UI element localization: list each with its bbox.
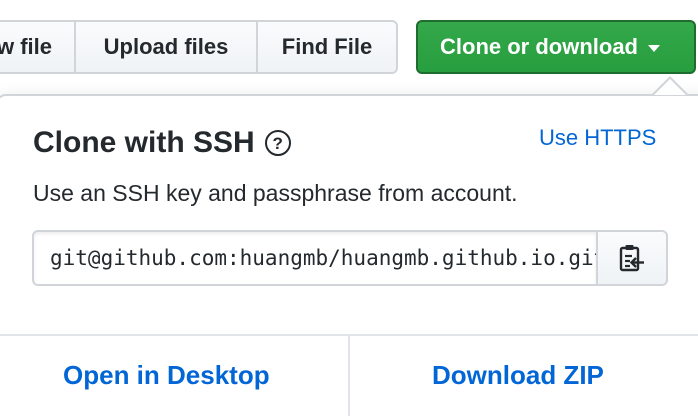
open-in-desktop-link[interactable]: Open in Desktop — [63, 360, 270, 391]
clone-or-download-button[interactable]: Clone or download — [416, 20, 696, 74]
file-actions-group: w file Upload files Find File — [0, 20, 398, 74]
question-circle-icon[interactable]: ? — [264, 130, 291, 156]
clone-url-input[interactable] — [32, 230, 598, 286]
footer-column-divider — [348, 336, 350, 416]
copy-to-clipboard-button[interactable] — [596, 230, 668, 286]
caret-down-icon — [648, 44, 660, 52]
repo-toolbar-area: w file Upload files Find File Clone or d… — [0, 0, 698, 416]
clone-url-group — [32, 230, 668, 286]
upload-files-button[interactable]: Upload files — [74, 20, 258, 74]
find-file-label: Find File — [281, 34, 373, 59]
create-new-file-button[interactable]: w file — [0, 20, 76, 74]
popover-arrow — [654, 79, 686, 95]
clone-title: Clone with SSH ? — [33, 126, 291, 160]
create-new-file-label: w file — [0, 34, 52, 59]
clone-description: Use an SSH key and passphrase from accou… — [33, 180, 518, 206]
find-file-button[interactable]: Find File — [256, 20, 398, 74]
clipboard-icon — [619, 245, 644, 272]
clone-or-download-label: Clone or download — [440, 34, 638, 59]
download-zip-link[interactable]: Download ZIP — [432, 360, 604, 391]
clone-title-text: Clone with SSH — [33, 126, 255, 159]
use-https-link[interactable]: Use HTTPS — [539, 125, 656, 151]
upload-files-label: Upload files — [103, 34, 229, 59]
